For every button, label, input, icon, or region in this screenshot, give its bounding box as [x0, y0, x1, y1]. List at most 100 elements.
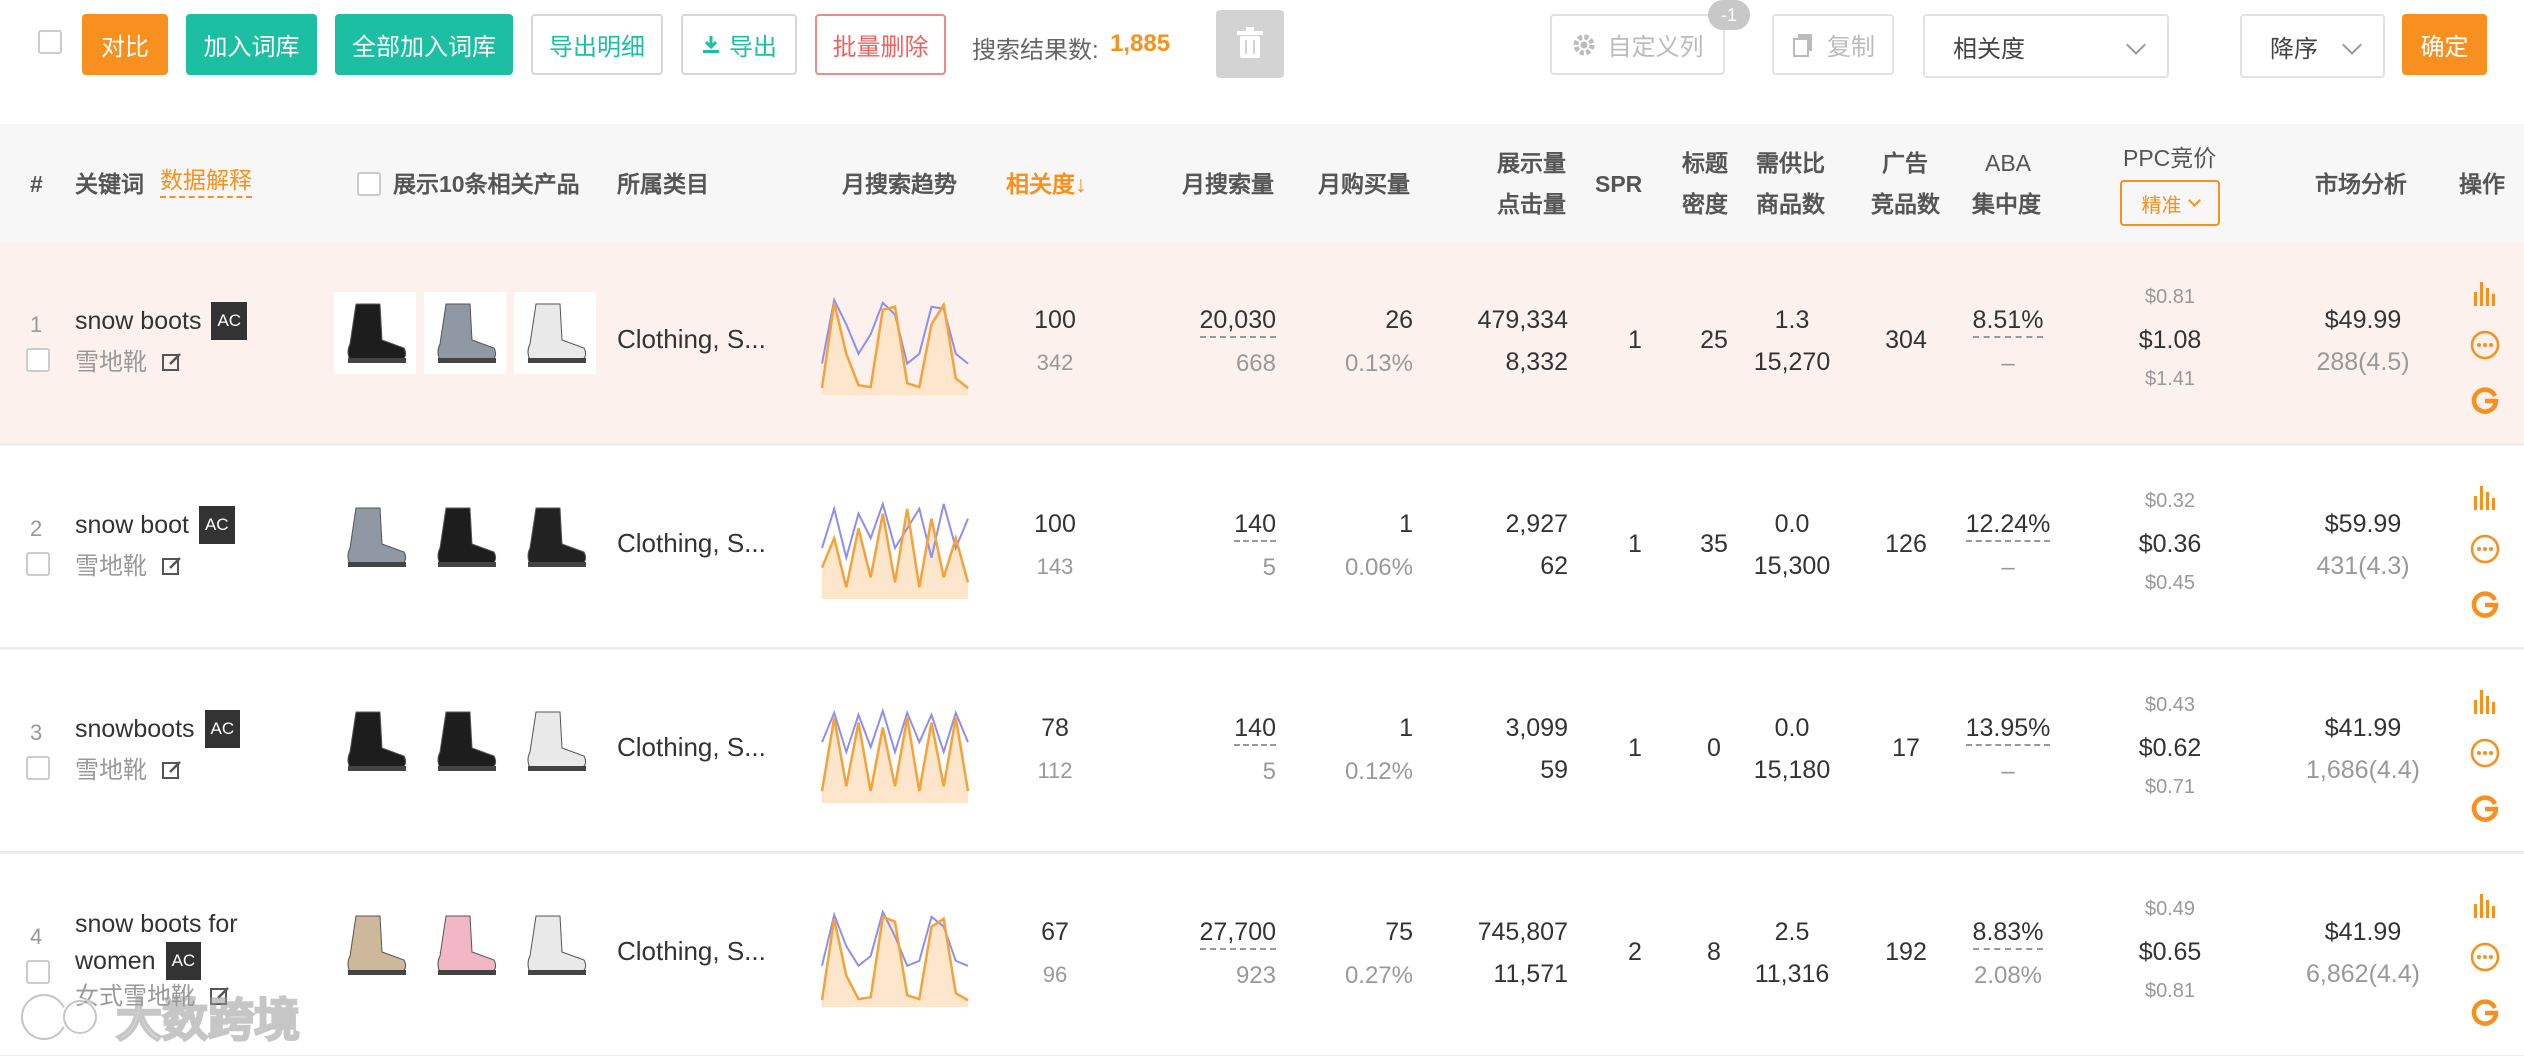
category-text[interactable]: Clothing, S...	[617, 324, 766, 355]
edit-icon[interactable]	[161, 760, 182, 780]
clicks-value: 59	[1540, 756, 1568, 784]
sort-field-select[interactable]: 相关度	[1923, 14, 2169, 78]
keyword-text[interactable]: snow boot	[75, 511, 189, 539]
market-rating: 1,686(4.4)	[2306, 756, 2420, 784]
ppc-low: $0.32	[2144, 490, 2196, 512]
relevance-value: 67	[1041, 918, 1069, 946]
product-thumbnail[interactable]	[424, 292, 506, 374]
col-impressions[interactable]: 展示量	[1497, 143, 1566, 183]
boot-icon	[527, 507, 587, 567]
row-checkbox[interactable]	[26, 960, 50, 984]
table-row[interactable]: 3 snowboots AC 雪地靴 Clothing, S... 78 112…	[0, 650, 2524, 853]
product-thumbnail[interactable]	[424, 904, 506, 986]
product-thumbnail[interactable]	[334, 700, 416, 782]
col-clicks[interactable]: 点击量	[1497, 184, 1566, 224]
title-density-value: 35	[1700, 530, 1728, 558]
add-to-library-button[interactable]: 加入词库	[186, 14, 317, 75]
table-row[interactable]: 4 snow boots for women AC 女式雪地靴 Clothing…	[0, 854, 2524, 1056]
google-icon[interactable]	[2468, 994, 2502, 1028]
category-text[interactable]: Clothing, S...	[617, 732, 766, 763]
edit-icon[interactable]	[161, 352, 182, 372]
batch-delete-button[interactable]: 批量删除	[815, 14, 946, 75]
ppc-mode-select[interactable]: 精准	[2120, 180, 2220, 226]
trend-sparkline[interactable]	[816, 491, 974, 603]
row-checkbox[interactable]	[26, 552, 50, 576]
more-icon[interactable]	[2468, 328, 2502, 362]
compare-button[interactable]: 对比	[82, 14, 168, 75]
data-explain-link[interactable]: 数据解释	[160, 164, 252, 198]
col-ad[interactable]: 广告	[1882, 143, 1928, 183]
trend-sparkline[interactable]	[816, 695, 974, 807]
monthly-search-value[interactable]: 27,700	[1160, 918, 1276, 950]
edit-icon[interactable]	[161, 556, 182, 576]
table-row[interactable]: 1 snow boots AC 雪地靴 Clothing, S... 100 3…	[0, 242, 2524, 445]
export-detail-button[interactable]: 导出明细	[531, 14, 663, 75]
impressions-value: 3,099	[1505, 714, 1568, 742]
export-button[interactable]: 导出	[681, 14, 797, 75]
category-text[interactable]: Clothing, S...	[617, 528, 766, 559]
product-thumbnail[interactable]	[334, 496, 416, 578]
boot-icon	[437, 711, 497, 771]
bar-chart-icon[interactable]	[2468, 276, 2502, 310]
bar-chart-icon[interactable]	[2468, 684, 2502, 718]
product-thumbnail[interactable]	[424, 496, 506, 578]
category-text[interactable]: Clothing, S...	[617, 936, 766, 967]
product-thumbnail[interactable]	[334, 904, 416, 986]
monthly-search-value[interactable]: 140	[1160, 714, 1276, 746]
google-icon[interactable]	[2468, 382, 2502, 416]
google-icon[interactable]	[2468, 586, 2502, 620]
monthly-search-value[interactable]: 140	[1160, 510, 1276, 542]
product-thumbnail[interactable]	[514, 904, 596, 986]
aba-value[interactable]: 12.24%	[1960, 510, 2056, 542]
custom-columns-button[interactable]: 自定义列	[1550, 14, 1725, 75]
add-all-to-library-button[interactable]: 全部加入词库	[335, 14, 513, 75]
trend-sparkline[interactable]	[816, 899, 974, 1011]
ac-badge: AC	[211, 302, 248, 340]
trend-sparkline[interactable]	[816, 287, 974, 399]
bar-chart-icon[interactable]	[2468, 888, 2502, 922]
monthly-search-text: 140	[1234, 510, 1276, 542]
keyword-text[interactable]: snowboots	[75, 715, 195, 743]
clicks-value: 11,571	[1493, 960, 1568, 988]
product-thumbnail[interactable]	[514, 496, 596, 578]
sort-order-select[interactable]: 降序	[2240, 14, 2385, 78]
product-thumbnail[interactable]	[514, 700, 596, 782]
row-checkbox[interactable]	[26, 348, 50, 372]
product-thumbnail[interactable]	[334, 292, 416, 374]
col-relevance[interactable]: 相关度↓	[1006, 164, 1087, 204]
table-row[interactable]: 2 snow boot AC 雪地靴 Clothing, S... 100 14…	[0, 446, 2524, 649]
col-spr[interactable]: SPR	[1595, 164, 1642, 204]
more-icon[interactable]	[2468, 940, 2502, 974]
select-all-checkbox[interactable]	[38, 30, 62, 54]
col-monthly-search[interactable]: 月搜索量	[1182, 164, 1274, 204]
col-product-count[interactable]: 商品数	[1756, 184, 1825, 224]
trash-button[interactable]	[1216, 10, 1284, 78]
more-icon[interactable]	[2468, 736, 2502, 770]
monthly-search-sub: 923	[1235, 962, 1276, 989]
product-thumbnail[interactable]	[424, 700, 506, 782]
market-price: $59.99	[2324, 510, 2402, 538]
ad-count-value: 17	[1892, 734, 1920, 762]
show-products-checkbox[interactable]	[357, 172, 381, 196]
col-aba[interactable]: ABA	[1985, 143, 2031, 183]
aba-value[interactable]: 8.51%	[1960, 306, 2056, 338]
col-title-density[interactable]: 标题	[1682, 143, 1728, 183]
monthly-search-value[interactable]: 20,030	[1160, 306, 1276, 338]
copy-button[interactable]: 复制	[1772, 14, 1894, 75]
product-count-value: 15,270	[1753, 348, 1831, 376]
product-thumbnail[interactable]	[514, 292, 596, 374]
col-monthly-purchase[interactable]: 月购买量	[1318, 164, 1410, 204]
aba-value[interactable]: 13.95%	[1960, 714, 2056, 746]
aba-value[interactable]: 8.83%	[1960, 918, 2056, 950]
keyword-text[interactable]: snow boots	[75, 307, 201, 335]
google-icon[interactable]	[2468, 790, 2502, 824]
bar-chart-icon[interactable]	[2468, 480, 2502, 514]
more-icon[interactable]	[2468, 532, 2502, 566]
aba-sub: –	[2001, 350, 2015, 377]
confirm-button[interactable]: 确定	[2402, 14, 2487, 75]
keyword-text[interactable]: snow boots for women	[75, 910, 238, 975]
row-checkbox[interactable]	[26, 756, 50, 780]
ppc-low: $0.81	[2144, 286, 2196, 308]
custom-columns-label: 自定义列	[1607, 34, 1704, 61]
col-supply-demand[interactable]: 需供比	[1756, 143, 1825, 183]
